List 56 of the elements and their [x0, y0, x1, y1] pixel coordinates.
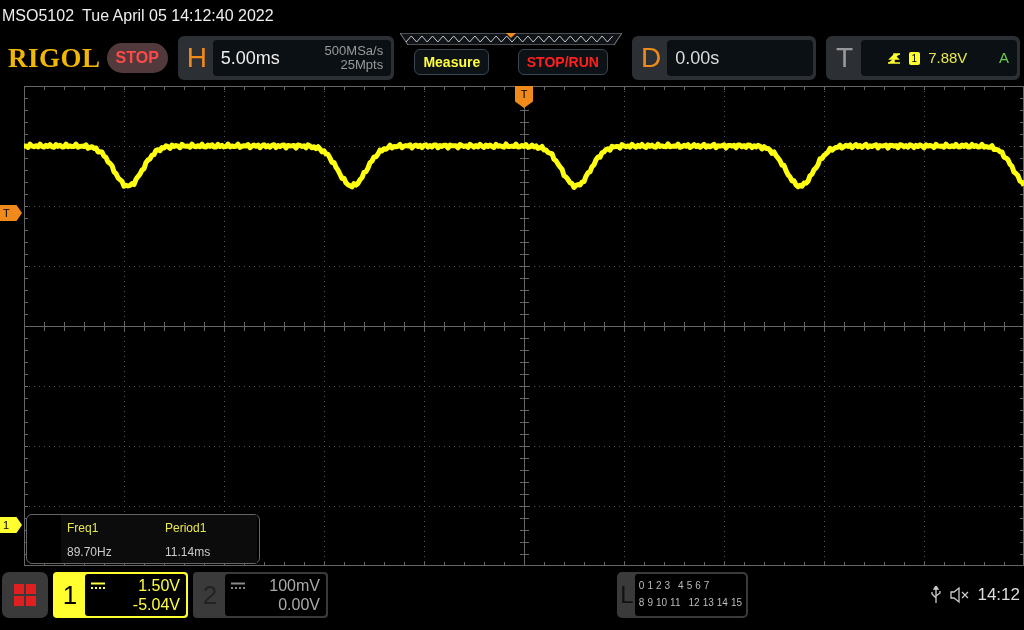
trigger-position-marker[interactable]: T — [515, 86, 533, 108]
measure-button[interactable]: Measure — [414, 49, 490, 75]
measurement-name: Freq1 — [67, 520, 100, 537]
measurement-value: 11.14ms — [165, 544, 212, 561]
horizontal-panel[interactable]: H 5.00ms 500MSa/s 25Mpts — [177, 36, 395, 80]
dc-coupling-icon — [231, 581, 245, 590]
memory-depth: 25Mpts — [339, 58, 384, 72]
rising-edge-icon — [886, 51, 901, 65]
digital-channel-number: 8 — [638, 596, 645, 610]
vertical-offset: -5.04V — [131, 595, 180, 614]
trigger-level-marker[interactable]: T — [0, 205, 22, 221]
digital-channel-number: 12 — [688, 596, 700, 610]
date-time: Tue April 05 14:12:40 2022 — [82, 6, 274, 26]
trigger-level: 7.88V — [928, 47, 968, 68]
menu-icon — [13, 583, 37, 607]
channel-number: 1 — [62, 578, 78, 612]
brand-logo: RIGOL — [8, 41, 101, 75]
horizontal-letter: H — [186, 42, 207, 73]
delay-value: 0.00s — [675, 46, 720, 70]
clock-time: 14:12 — [977, 584, 1020, 607]
usb-icon — [931, 586, 942, 604]
stop-run-button[interactable]: STOP/RUN — [517, 49, 608, 75]
digital-channel-number: 0 — [638, 579, 645, 593]
vertical-offset: 0.00V — [277, 595, 320, 614]
digital-channel-number: 6 — [695, 579, 701, 593]
digital-channel-number: 15 — [730, 596, 742, 610]
digital-channel-number: 14 — [716, 596, 728, 610]
speaker-muted-icon — [949, 586, 970, 604]
delay-panel[interactable]: D 0.00s — [632, 36, 816, 80]
digital-channel-number: 9 — [647, 596, 653, 610]
dc-coupling-icon — [91, 581, 105, 590]
digital-channel-number: 7 — [703, 579, 710, 593]
delay-letter: D — [641, 42, 662, 73]
digital-channel-number: 4 — [678, 579, 684, 593]
trigger-panel[interactable]: T 1 7.88V A — [825, 36, 1020, 80]
trigger-letter: T — [836, 42, 854, 73]
sample-rate: 500MSa/s — [324, 44, 384, 58]
vertical-scale: 1.50V — [138, 576, 180, 595]
trigger-mode: A — [999, 47, 1009, 68]
timebase-value: 5.00ms — [220, 46, 280, 70]
channel-offset-marker[interactable]: 1 — [0, 517, 22, 533]
digital-channel-number: 10 — [656, 596, 668, 610]
digital-channel-number: 11 — [670, 596, 681, 610]
digital-channel-number: 5 — [686, 579, 693, 593]
run-status: STOP — [106, 43, 168, 73]
digital-channel-number: 3 — [664, 579, 671, 593]
channel-button[interactable]: 1 1.50V -5.04V — [53, 572, 188, 618]
digital-channel-number: 2 — [656, 579, 662, 593]
digital-channel-number: 13 — [702, 596, 714, 610]
vertical-scale: 100mV — [269, 576, 320, 595]
model-name: MSO5102 — [2, 6, 75, 26]
trigger-source-badge: 1 — [908, 51, 921, 65]
digital-channel-number: 1 — [647, 579, 653, 593]
main-menu-button[interactable] — [2, 572, 48, 618]
measurement-value: 89.70Hz — [67, 544, 113, 561]
measurement-name: Period1 — [165, 520, 208, 537]
